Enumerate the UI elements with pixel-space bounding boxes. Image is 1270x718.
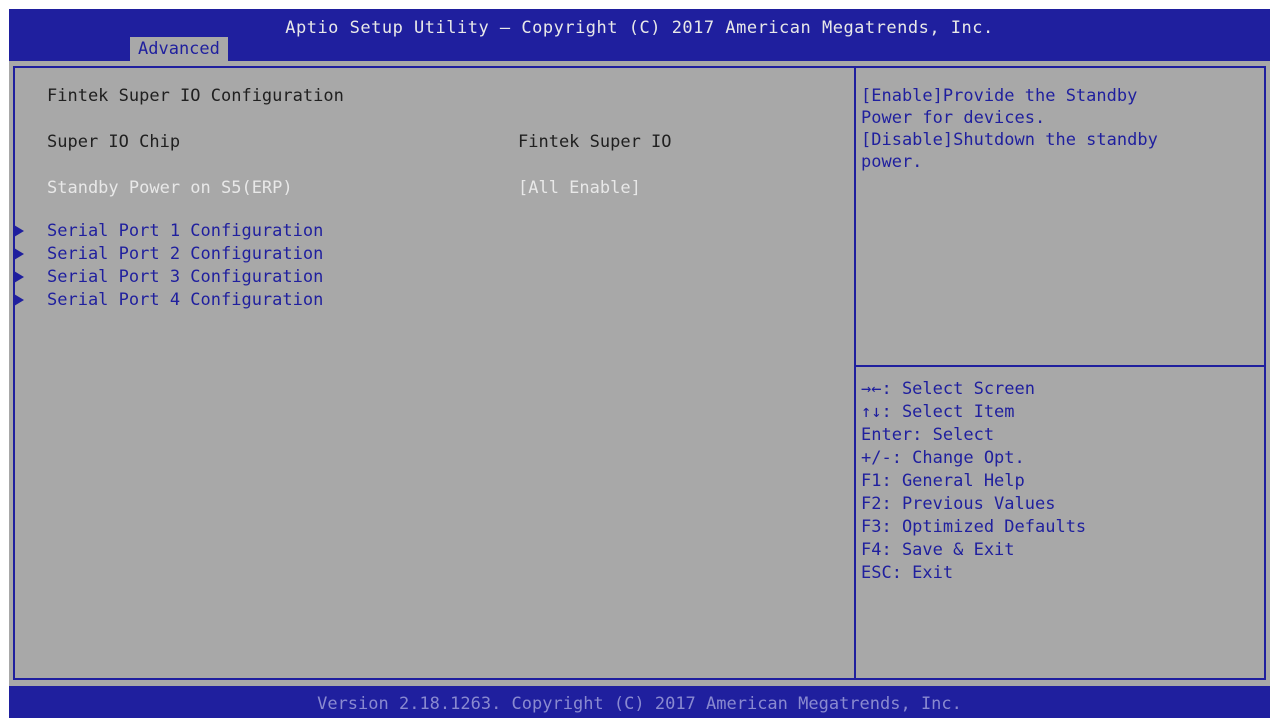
key-select-item: ↑↓: Select Item: [861, 402, 1015, 422]
key-change-opt: +/-: Change Opt.: [861, 448, 1025, 468]
main-panel: Fintek Super IO Configuration Super IO C…: [9, 61, 1270, 686]
help-line: [Enable]Provide the Standby: [861, 86, 1138, 106]
submenu-label: Serial Port 4 Configuration: [47, 290, 324, 310]
submenu-arrow-icon: [14, 225, 24, 237]
app-title: Aptio Setup Utility – Copyright (C) 2017…: [285, 18, 994, 38]
key-previous-values: F2: Previous Values: [861, 494, 1056, 514]
submenu-label: Serial Port 1 Configuration: [47, 221, 324, 241]
vertical-divider: [854, 66, 856, 680]
key-optimized-defaults: F3: Optimized Defaults: [861, 517, 1087, 537]
version-text: Version 2.18.1263. Copyright (C) 2017 Am…: [317, 694, 962, 714]
standby-power-value[interactable]: [All Enable]: [518, 178, 641, 198]
submenu-label: Serial Port 3 Configuration: [47, 267, 324, 287]
help-line: Power for devices.: [861, 108, 1046, 128]
horizontal-divider: [856, 365, 1266, 367]
bios-screen: Aptio Setup Utility – Copyright (C) 2017…: [0, 0, 1270, 718]
submenu-label: Serial Port 2 Configuration: [47, 244, 324, 264]
page-title: Fintek Super IO Configuration: [47, 86, 344, 106]
title-bar: Aptio Setup Utility – Copyright (C) 2017…: [9, 9, 1270, 61]
help-line: [Disable]Shutdown the standby: [861, 130, 1158, 150]
submenu-arrow-icon: [14, 294, 24, 306]
standby-power-label[interactable]: Standby Power on S5(ERP): [47, 178, 293, 198]
help-line: power.: [861, 152, 923, 172]
footer-bar: Version 2.18.1263. Copyright (C) 2017 Am…: [9, 686, 1270, 718]
super-io-chip-label: Super IO Chip: [47, 132, 181, 152]
key-enter-select: Enter: Select: [861, 425, 995, 445]
key-legend: →←: Select Screen ↑↓: Select Item Enter:…: [861, 378, 1086, 585]
key-general-help: F1: General Help: [861, 471, 1025, 491]
key-save-exit: F4: Save & Exit: [861, 540, 1015, 560]
super-io-chip-value: Fintek Super IO: [518, 132, 672, 152]
key-esc-exit: ESC: Exit: [861, 563, 954, 583]
key-select-screen: →←: Select Screen: [861, 379, 1035, 399]
submenu-arrow-icon: [14, 271, 24, 283]
tab-advanced[interactable]: Advanced: [130, 37, 228, 61]
submenu-arrow-icon: [14, 248, 24, 260]
